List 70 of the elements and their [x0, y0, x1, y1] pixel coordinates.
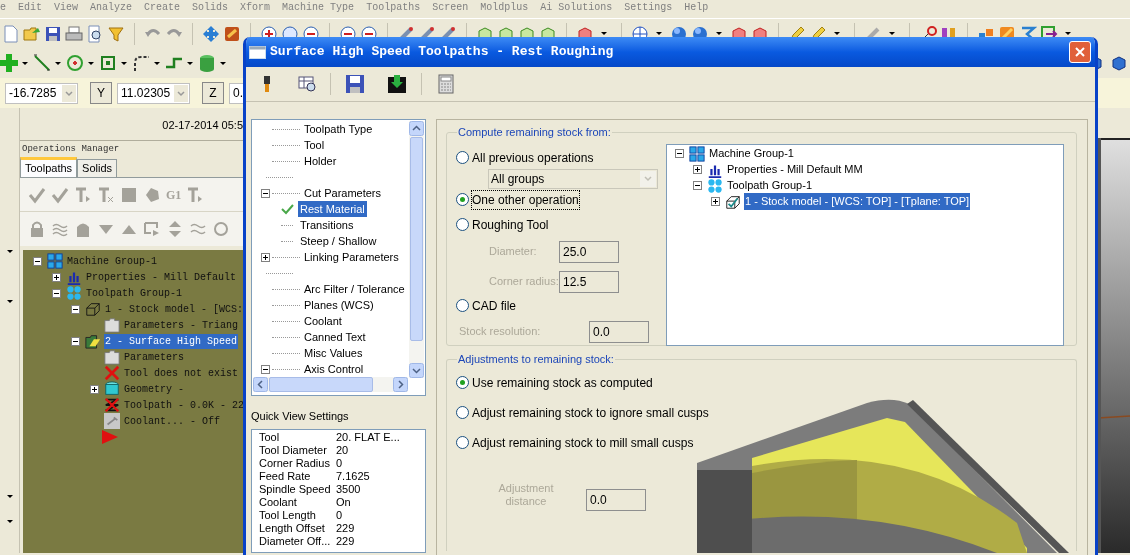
- tree-item[interactable]: 2 - Surface High Speed: [104, 333, 239, 349]
- timestamp: 02-17-2014 05:5: [162, 119, 243, 132]
- setting-value: 3500: [336, 482, 361, 496]
- nav-item[interactable]: Axis Control: [302, 360, 366, 378]
- field-label: Corner radius:: [488, 274, 559, 290]
- field-label: Diameter:: [488, 244, 538, 260]
- setting-value: 229: [336, 521, 355, 535]
- setting-value: 229: [336, 534, 355, 548]
- radio-label[interactable]: Adjust remaining stock to ignore small cusps: [472, 403, 709, 422]
- setting-value: On: [336, 495, 351, 509]
- tree-item[interactable]: Toolpath Group-1: [726, 177, 813, 194]
- setting-value: 20: [336, 443, 349, 457]
- panel-title: Operations Manager: [22, 142, 120, 156]
- setting-name: Coolant: [259, 495, 298, 509]
- tree-item[interactable]: Toolpath - 0.0K - 22: [123, 397, 246, 413]
- setting-name: Corner Radius: [259, 456, 331, 470]
- tree-item[interactable]: Toolpath Group-1: [85, 285, 183, 301]
- nav-item[interactable]: Tool: [302, 136, 327, 154]
- setting-name: Diameter Off...: [259, 534, 332, 548]
- nav-item[interactable]: Arc Filter / Tolerance: [302, 280, 407, 298]
- tree-item[interactable]: Properties - Mill Default MM: [726, 161, 864, 178]
- radio-label[interactable]: Roughing Tool: [472, 215, 549, 234]
- field-label: Adjustment distance: [497, 481, 555, 508]
- setting-name: Tool Diameter: [259, 443, 328, 457]
- nav-item[interactable]: Steep / Shallow: [298, 232, 379, 250]
- setting-name: Spindle Speed: [259, 482, 332, 496]
- tree-item[interactable]: Parameters - Triang: [123, 317, 240, 333]
- window-title: Surface High Speed Toolpaths - Rest Roughing: [270, 43, 614, 62]
- nav-item[interactable]: Planes (WCS): [302, 296, 376, 314]
- field-label: Stock resolution:: [458, 324, 542, 340]
- nav-item[interactable]: Transitions: [298, 216, 356, 234]
- tree-item[interactable]: 1 - Stock model - [WCS: TOP] - [Tplane: TOP]: [744, 193, 971, 210]
- radio-label[interactable]: Adjust remaining stock to mill small cusps: [472, 433, 694, 452]
- setting-name: Tool Length: [259, 508, 317, 522]
- tree-item[interactable]: Tool does not exist: [123, 365, 240, 381]
- coordinate-field[interactable]: -16.7285: [5, 82, 78, 104]
- tree-item[interactable]: Properties - Mill Default: [85, 269, 238, 285]
- setting-value: 20. FLAT E...: [336, 430, 400, 444]
- nav-item[interactable]: Holder: [302, 152, 339, 170]
- nav-item[interactable]: Coolant: [302, 312, 344, 330]
- tree-item[interactable]: Machine Group-1: [708, 145, 795, 162]
- tree-item[interactable]: Coolant... - Off: [123, 413, 221, 429]
- setting-value: 0: [336, 456, 343, 470]
- axis-button[interactable]: Z: [202, 82, 224, 104]
- nav-item[interactable]: Toolpath Type: [302, 120, 375, 138]
- radio-label[interactable]: Use remaining stock as computed: [472, 373, 653, 392]
- nav-item[interactable]: Linking Parameters: [302, 248, 401, 266]
- section-label: Quick View Settings: [251, 409, 350, 424]
- group-title: Adjustments to remaining stock:: [457, 352, 615, 367]
- radio-label[interactable]: CAD file: [472, 296, 516, 315]
- nav-item[interactable]: Rest Material: [298, 200, 367, 218]
- setting-name: Feed Rate: [259, 469, 312, 483]
- tab[interactable]: Solids: [77, 159, 118, 177]
- radio-label[interactable]: All previous operations: [472, 148, 594, 167]
- nav-item[interactable]: Cut Parameters: [302, 184, 384, 202]
- coordinate-field[interactable]: 11.02305: [117, 82, 190, 104]
- nav-item[interactable]: Misc Values: [302, 344, 365, 362]
- nav-item[interactable]: Canned Text: [302, 328, 368, 346]
- tree-item[interactable]: 1 - Stock model - [WCS:: [104, 301, 245, 317]
- setting-value: 7.1625: [336, 469, 370, 483]
- tree-item[interactable]: Geometry -: [123, 381, 185, 397]
- radio-label[interactable]: One other operation: [472, 190, 579, 209]
- axis-button[interactable]: Y: [90, 82, 112, 104]
- tab[interactable]: Toolpaths: [20, 157, 78, 177]
- setting-name: Length Offset: [259, 521, 326, 535]
- group-title: Compute remaining stock from:: [457, 125, 612, 140]
- tree-item[interactable]: Parameters: [123, 349, 185, 365]
- setting-value: 0: [336, 508, 343, 522]
- tree-item[interactable]: Machine Group-1: [66, 253, 158, 269]
- setting-name: Tool: [259, 430, 281, 444]
